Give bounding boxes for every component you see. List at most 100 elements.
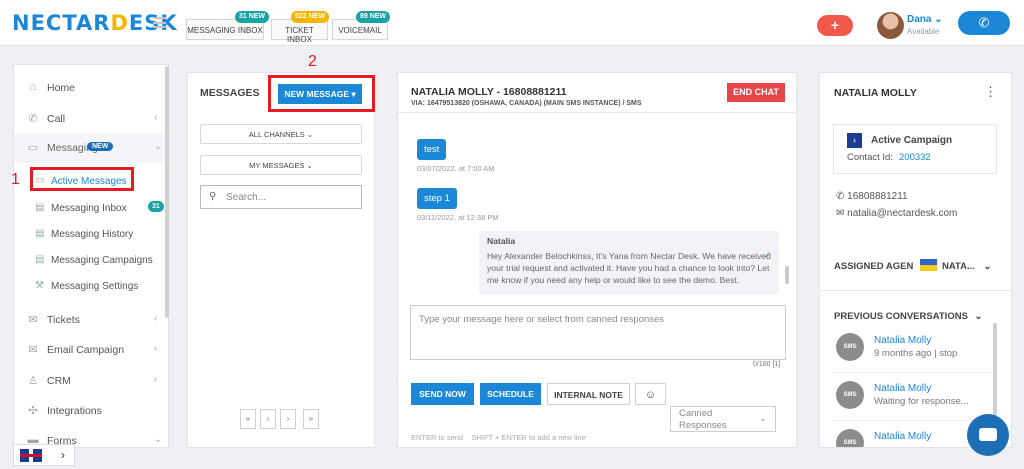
annotation-label-1: 1 xyxy=(11,171,20,188)
integration-card: › Active Campaign Contact Id: 200332 xyxy=(833,124,997,174)
sms-icon: SMS xyxy=(836,429,864,447)
sidebar-item-call[interactable]: ✆ Call ‹ xyxy=(14,104,166,130)
language-selector[interactable]: › xyxy=(13,444,75,466)
mail-icon: ✉ xyxy=(28,344,38,356)
contact-name: NATALIA MOLLY xyxy=(834,87,917,99)
smiley-icon: ☺ xyxy=(644,389,657,401)
contact-email[interactable]: ✉ natalia@nectardesk.com xyxy=(836,208,957,219)
chevron-down-icon: ⌄ xyxy=(306,130,314,139)
pager-first-button[interactable]: « xyxy=(240,409,256,429)
chat-bubble-icon xyxy=(979,428,997,441)
uk-flag-icon xyxy=(20,449,42,462)
sidebar-scrollbar[interactable] xyxy=(165,66,169,318)
search-icon: ⚲ xyxy=(209,191,217,202)
chevron-down-icon: ⌄ xyxy=(306,161,313,170)
user-icon: ♙ xyxy=(28,375,38,387)
messaging-inbox-badge: 31 NEW xyxy=(235,11,269,23)
sidebar-item-email-campaign[interactable]: ✉ Email Campaign ‹ xyxy=(14,335,166,361)
keyboard-hint: ENTER to send SHIFT + ENTER to add a new… xyxy=(411,433,586,442)
sidebar-item-home[interactable]: ⌂ Home xyxy=(14,73,166,99)
incoming-message: test xyxy=(417,139,447,160)
conversation-item[interactable]: SMS Natalia Molly 9 months ago | stop xyxy=(833,326,995,370)
search-input[interactable]: ⚲ Search... xyxy=(200,185,362,209)
emoji-button[interactable]: ☺ xyxy=(635,383,666,405)
mail-icon: ✉ xyxy=(836,208,845,219)
check-icon: ✓ xyxy=(763,250,771,260)
send-now-button[interactable]: SEND NOW xyxy=(411,383,474,405)
sidebar-item-crm[interactable]: ♙ CRM ‹ xyxy=(14,366,166,392)
sidebar: ⌂ Home ✆ Call ‹ ▭ Messaging ⌄ ▭ Active Message… xyxy=(13,64,169,448)
sms-icon: SMS xyxy=(836,333,864,361)
message-timestamp: 03/11/2022, at 12:38 PM xyxy=(417,213,499,222)
assigned-agent-select[interactable]: NATA... ⌄ xyxy=(942,261,992,272)
sidebar-sub-messaging-settings[interactable]: ⚒ Messaging Settings xyxy=(14,273,166,297)
chevron-right-icon: › xyxy=(61,448,65,462)
canned-responses-select[interactable]: Canned Responses ⌄ xyxy=(670,406,776,432)
pager-next-button[interactable]: › xyxy=(280,409,296,429)
phone-icon: ✆ xyxy=(978,15,990,30)
menu-toggle-icon[interactable] xyxy=(153,17,166,28)
my-messages-dropdown[interactable]: MY MESSAGES ⌄ xyxy=(200,155,362,175)
pager-last-button[interactable]: » xyxy=(303,409,319,429)
inbox-icon: ▤ xyxy=(35,202,45,213)
sidebar-sub-messaging-inbox[interactable]: ▤ Messaging Inbox xyxy=(14,195,166,219)
chevron-down-icon: ⌄ xyxy=(154,434,163,445)
more-vertical-icon[interactable]: ⋮ xyxy=(984,84,997,100)
chat-widget-button[interactable] xyxy=(967,414,1009,456)
chat-scrollbar[interactable] xyxy=(785,266,789,284)
message-timestamp: 03/07/2022, at 7:00 AM xyxy=(417,164,495,173)
ticket-inbox-badge: 522 NEW xyxy=(291,11,329,23)
outgoing-message: Natalia Hey Alexander Belochkinss, It's … xyxy=(479,231,779,295)
schedule-button[interactable]: SCHEDULE xyxy=(480,383,541,405)
previous-conversations-label: PREVIOUS CONVERSATIONS ⌄ xyxy=(834,311,983,322)
chevron-left-icon: ‹ xyxy=(154,343,158,354)
phone-button[interactable]: ✆ xyxy=(958,11,1010,35)
messaging-new-badge: NEW xyxy=(87,142,114,151)
end-chat-button[interactable]: END CHAT xyxy=(727,83,785,102)
assigned-agent-label: ASSIGNED AGEN xyxy=(834,261,914,272)
conversation-item[interactable]: SMS Natalia Molly Waiting for response..… xyxy=(833,374,995,418)
message-text: Hey Alexander Belochkinss, It's Yana fro… xyxy=(487,251,771,285)
all-channels-dropdown[interactable]: ALL CHANNELS ⌄ xyxy=(200,124,362,144)
chevron-down-icon: ⌄ xyxy=(974,311,983,322)
incoming-message: step 1 xyxy=(417,188,457,209)
annotation-box-active-messages xyxy=(30,167,134,191)
chat-icon: ▭ xyxy=(27,142,39,154)
ukraine-flag-icon xyxy=(920,259,937,271)
sidebar-sub-messaging-campaigns[interactable]: ▤ Messaging Campaigns xyxy=(14,247,166,271)
internal-note-button[interactable]: INTERNAL NOTE xyxy=(547,383,630,405)
chevron-down-icon: ⌄ xyxy=(759,413,767,424)
wrench-icon: ⚒ xyxy=(35,280,44,291)
home-icon: ⌂ xyxy=(29,81,37,93)
puzzle-icon: ✣ xyxy=(28,405,38,417)
annotation-label-2: 2 xyxy=(308,53,317,70)
annotation-box-new-message xyxy=(268,75,375,112)
char-count: 0/160 [1] xyxy=(753,361,781,368)
messages-title: MESSAGES xyxy=(200,87,260,99)
message-input[interactable]: Type your message here or select from ca… xyxy=(410,305,786,360)
avatar[interactable] xyxy=(877,12,904,39)
divider xyxy=(833,372,995,373)
pager-prev-button[interactable]: ‹ xyxy=(260,409,276,429)
ticket-icon: ✉ xyxy=(28,314,38,326)
chevron-left-icon: ‹ xyxy=(154,374,158,385)
chat-title: NATALIA MOLLY - 16808881211 xyxy=(411,86,567,98)
chevron-left-icon: ‹ xyxy=(154,313,158,324)
chevron-down-icon: ⌄ xyxy=(934,14,943,25)
sms-icon: SMS xyxy=(836,381,864,409)
user-name[interactable]: Dana ⌄ xyxy=(907,14,943,25)
add-button[interactable]: + xyxy=(817,15,853,36)
sidebar-item-integrations[interactable]: ✣ Integrations xyxy=(14,396,166,422)
divider xyxy=(396,112,797,113)
contact-id-link[interactable]: 200332 xyxy=(899,152,931,163)
chat-via: VIA: 16479513820 (OSHAWA, CANADA) (MAIN … xyxy=(411,100,642,107)
divider xyxy=(819,290,1012,291)
sidebar-item-tickets[interactable]: ✉ Tickets ‹ xyxy=(14,305,166,331)
chevron-down-icon: ⌄ xyxy=(983,261,992,272)
phone-icon: ✆ xyxy=(836,191,845,202)
user-status: Available xyxy=(907,27,940,36)
sidebar-sub-messaging-history[interactable]: ▤ Messaging History xyxy=(14,221,166,245)
contact-phone[interactable]: ✆ 16808881211 xyxy=(836,191,908,202)
history-icon: ▤ xyxy=(35,228,45,239)
message-sender: Natalia xyxy=(487,236,516,246)
